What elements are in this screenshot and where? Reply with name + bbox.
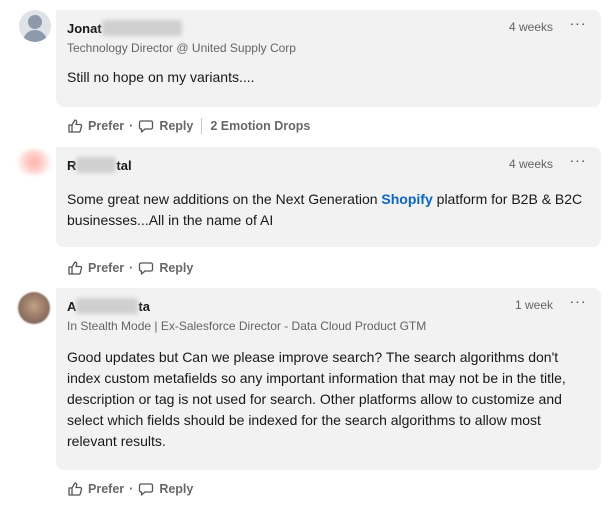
reply-label: Reply	[159, 119, 194, 133]
author-name-visible-end: ta	[138, 299, 150, 314]
vertical-divider	[201, 118, 203, 134]
comment-bubble: Ata In Stealth Mode | Ex-Salesforce Dire…	[56, 288, 601, 470]
comment-thread: Jonat Technology Director @ United Suppl…	[0, 0, 610, 511]
author-name-redaction	[76, 157, 117, 173]
comment-bubble: Rtal 4 weeks ··· Some great new addition…	[56, 147, 601, 247]
avatar[interactable]	[19, 10, 51, 42]
speech-bubble-icon	[139, 483, 154, 496]
speech-bubble-icon	[139, 262, 154, 275]
comment-text-start: Some great new additions on the Next Gen…	[67, 191, 382, 207]
reply-button[interactable]: Reply	[138, 481, 193, 497]
comment-actions: Prefer · Reply	[67, 258, 193, 278]
author-headline: In Stealth Mode | Ex-Salesforce Director…	[67, 319, 427, 333]
prefer-button[interactable]: Prefer	[67, 118, 124, 134]
thumbs-up-icon	[68, 261, 83, 275]
avatar[interactable]	[18, 292, 50, 324]
avatar-shoulders-shape	[23, 30, 47, 42]
prefer-label: Prefer	[88, 119, 125, 133]
mention-link[interactable]: Shopify	[381, 191, 432, 207]
comment-timestamp: 4 weeks	[508, 20, 553, 34]
thumbs-up-icon	[68, 482, 83, 496]
reply-button[interactable]: Reply	[138, 260, 193, 276]
comment-actions: Prefer · Reply 2 Emotion Drops	[67, 116, 310, 136]
thumbs-up-icon	[68, 119, 83, 133]
more-options-icon[interactable]: ···	[569, 153, 587, 171]
comment-bubble: Jonat Technology Director @ United Suppl…	[56, 10, 601, 107]
author-name-redaction	[101, 20, 182, 36]
reply-label: Reply	[159, 261, 194, 275]
prefer-button[interactable]: Prefer	[67, 260, 124, 276]
author-name-visible-start: A	[67, 299, 77, 314]
author-name-redaction	[76, 298, 139, 314]
comment-timestamp: 1 week	[514, 298, 553, 312]
avatar-head-shape	[28, 15, 42, 29]
reactions-count-link[interactable]: 2 Emotion Drops	[210, 119, 310, 133]
action-separator: ·	[129, 119, 134, 133]
author-name-visible-end: tal	[116, 158, 132, 173]
speech-bubble-icon	[139, 120, 154, 133]
comment-text: Still no hope on my variants....	[67, 69, 255, 85]
comment-actions: Prefer · Reply	[67, 479, 193, 499]
avatar[interactable]	[16, 149, 52, 175]
more-options-icon[interactable]: ···	[569, 16, 587, 34]
author-headline: Technology Director @ United Supply Corp	[67, 41, 296, 55]
author-name-visible: Jonat	[67, 21, 102, 36]
action-separator: ·	[129, 482, 134, 496]
author-name[interactable]: Jonat	[67, 20, 182, 36]
reply-button[interactable]: Reply	[138, 118, 193, 134]
comment-text: Some great new additions on the Next Gen…	[67, 189, 587, 231]
prefer-label: Prefer	[88, 482, 125, 496]
prefer-button[interactable]: Prefer	[67, 481, 124, 497]
comment-timestamp: 4 weeks	[508, 157, 553, 171]
more-options-icon[interactable]: ···	[569, 294, 587, 312]
author-name[interactable]: Rtal	[67, 157, 132, 173]
action-separator: ·	[129, 261, 134, 275]
author-name[interactable]: Ata	[67, 298, 150, 314]
author-name-visible-start: R	[67, 158, 77, 173]
reply-label: Reply	[159, 482, 194, 496]
comment-text: Good updates but Can we please improve s…	[67, 349, 566, 449]
prefer-label: Prefer	[88, 261, 125, 275]
